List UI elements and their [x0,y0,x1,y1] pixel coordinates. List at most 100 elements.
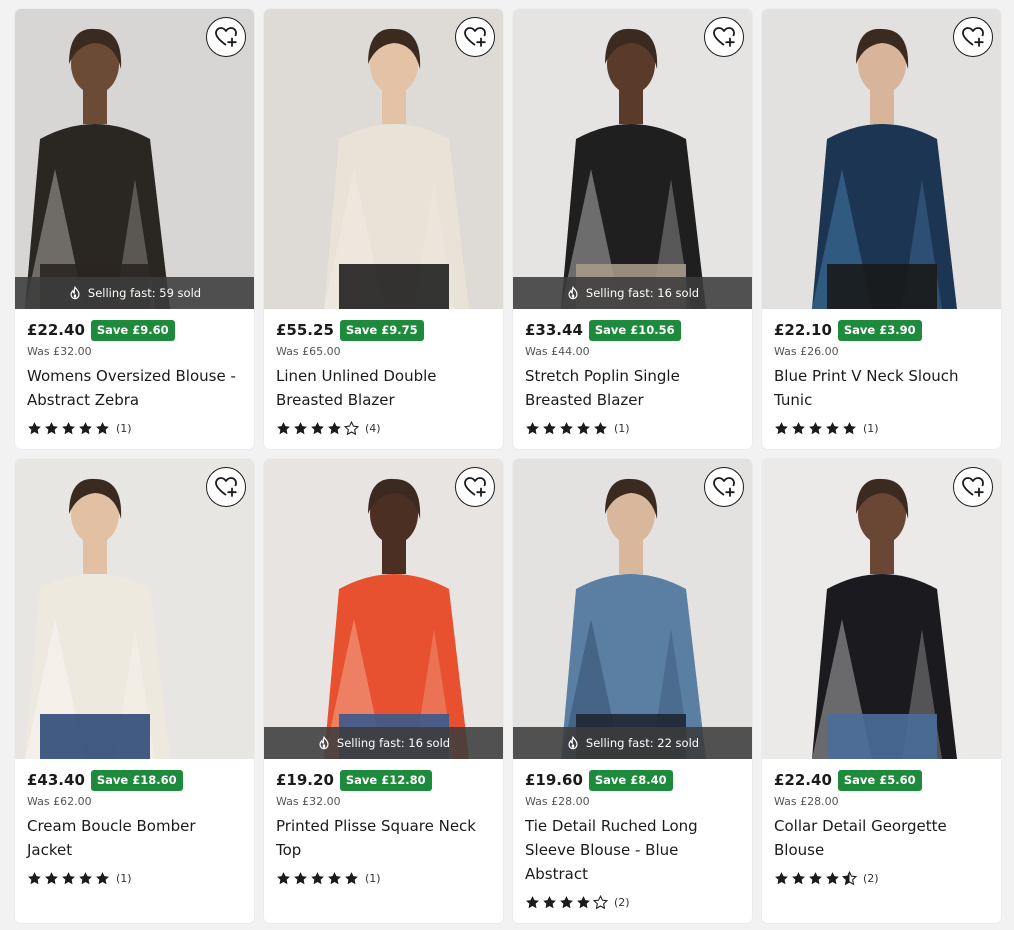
wishlist-button[interactable] [953,467,993,507]
star-icon [792,871,805,884]
save-badge: Save £10.56 [588,319,681,341]
star-empty-icon [344,420,359,435]
was-price: Was £44.00 [525,345,590,358]
wishlist-button[interactable] [953,17,993,57]
star-icon [277,871,290,884]
star-empty-icon [593,894,608,909]
heart-plus-icon [463,25,487,49]
selling-fast-banner: Selling fast: 16 sold [513,277,752,309]
star-icon [45,871,58,884]
save-badge: Save £12.80 [339,769,432,791]
save-badge: Save £8.40 [588,769,673,791]
heart-plus-icon [961,475,985,499]
product-card[interactable]: £43.40 Save £18.60 Was £62.00 Cream Bouc… [15,459,254,923]
product-image-wrap[interactable] [762,9,1001,309]
product-card[interactable]: Selling fast: 16 sold £19.20 Save £12.80… [264,459,503,923]
heart-plus-icon [961,25,985,49]
product-price: £19.60 [525,771,583,789]
star-icon [345,871,358,884]
rating-stars[interactable]: (1) [525,420,740,436]
product-card[interactable]: £22.40 Save £5.60 Was £28.00 Collar Deta… [762,459,1001,923]
selling-fast-text: Selling fast: 16 sold [336,736,451,750]
product-image-wrap[interactable]: Selling fast: 16 sold [513,9,752,309]
star-icon [96,871,109,884]
product-title[interactable]: Printed Plisse Square Neck Top [276,814,491,862]
rating-stars[interactable]: (2) [525,894,740,910]
rating-stars[interactable]: (1) [27,420,242,436]
review-count: (2) [863,871,879,885]
star-icon [577,421,590,434]
was-price: Was £26.00 [774,345,839,358]
heart-plus-icon [712,25,736,49]
rating-stars[interactable]: (1) [27,870,242,886]
star-icon [294,871,307,884]
product-card[interactable]: Selling fast: 59 sold £22.40 Save £9.60 … [15,9,254,449]
star-icon [62,421,75,434]
wishlist-button[interactable] [455,17,495,57]
review-count: (1) [614,421,630,435]
rating-stars[interactable]: (1) [774,420,989,436]
wishlist-button[interactable] [206,17,246,57]
product-price: £22.40 [27,321,85,339]
product-title[interactable]: Collar Detail Georgette Blouse [774,814,989,862]
star-icon [79,871,92,884]
save-badge: Save £3.90 [837,319,922,341]
review-count: (1) [116,421,132,435]
product-price: £22.40 [774,771,832,789]
selling-fast-text: Selling fast: 16 sold [585,286,700,300]
heart-plus-icon [214,25,238,49]
product-title[interactable]: Womens Oversized Blouse - Abstract Zebra [27,364,242,412]
product-image-wrap[interactable] [264,9,503,309]
star-icon [311,421,324,434]
product-price: £22.10 [774,321,832,339]
product-price: £43.40 [27,771,85,789]
star-half-icon [842,870,857,885]
product-card[interactable]: Selling fast: 22 sold £19.60 Save £8.40 … [513,459,752,923]
product-image-wrap[interactable]: Selling fast: 59 sold [15,9,254,309]
star-icon [28,421,41,434]
rating-stars[interactable]: (1) [276,870,491,886]
was-price: Was £28.00 [525,795,590,808]
star-icon [577,895,590,908]
review-count: (4) [365,421,381,435]
rating-stars[interactable]: (4) [276,420,491,436]
star-icon [594,421,607,434]
star-icon [294,421,307,434]
product-title[interactable]: Tie Detail Ruched Long Sleeve Blouse - B… [525,814,740,886]
product-title[interactable]: Cream Boucle Bomber Jacket [27,814,242,862]
star-icon [826,871,839,884]
wishlist-button[interactable] [704,467,744,507]
wishlist-button[interactable] [704,17,744,57]
flame-icon [317,736,331,750]
star-icon [28,871,41,884]
product-title[interactable]: Stretch Poplin Single Breasted Blazer [525,364,740,412]
product-card[interactable]: £55.25 Save £9.75 Was £65.00 Linen Unlin… [264,9,503,449]
product-image-wrap[interactable] [762,459,1001,759]
selling-fast-banner: Selling fast: 16 sold [264,727,503,759]
selling-fast-banner: Selling fast: 59 sold [15,277,254,309]
product-title[interactable]: Linen Unlined Double Breasted Blazer [276,364,491,412]
was-price: Was £32.00 [276,795,341,808]
product-image-wrap[interactable]: Selling fast: 16 sold [264,459,503,759]
star-icon [775,421,788,434]
product-price: £55.25 [276,321,334,339]
star-icon [560,895,573,908]
rating-stars[interactable]: (2) [774,870,989,886]
star-icon [843,421,856,434]
wishlist-button[interactable] [206,467,246,507]
wishlist-button[interactable] [455,467,495,507]
product-image-wrap[interactable]: Selling fast: 22 sold [513,459,752,759]
star-icon [96,421,109,434]
star-icon [328,421,341,434]
product-card[interactable]: £22.10 Save £3.90 Was £26.00 Blue Print … [762,9,1001,449]
product-card[interactable]: Selling fast: 16 sold £33.44 Save £10.56… [513,9,752,449]
save-badge: Save £9.60 [90,319,175,341]
review-count: (1) [116,871,132,885]
star-icon [62,871,75,884]
product-image-wrap[interactable] [15,459,254,759]
star-icon [775,871,788,884]
product-title[interactable]: Blue Print V Neck Slouch Tunic [774,364,989,412]
flame-icon [566,286,580,300]
star-icon [809,421,822,434]
was-price: Was £28.00 [774,795,839,808]
